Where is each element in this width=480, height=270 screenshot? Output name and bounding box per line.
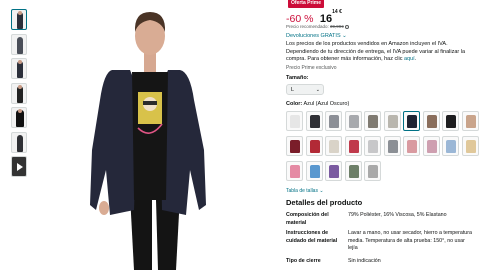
vat-more-info-link[interactable]: aquí — [404, 56, 415, 62]
color-swatch[interactable] — [325, 111, 342, 131]
vat-notice-text: Los precios de los productos vendidos en… — [286, 41, 466, 62]
swatch-garment — [309, 140, 320, 153]
swatch-garment — [368, 165, 378, 178]
swatch-garment — [465, 140, 476, 153]
prime-exclusive-note: Precio Prime exclusivo — [286, 65, 337, 71]
product-details-heading: Detalles del producto — [286, 198, 363, 207]
swatch-garment — [348, 140, 359, 153]
swatch-garment — [407, 140, 417, 153]
prime-deal-badge: Oferta Prime — [288, 0, 325, 8]
swatch-garment — [446, 115, 456, 128]
color-swatch[interactable] — [325, 161, 342, 181]
swatch-garment — [387, 115, 398, 128]
color-swatch[interactable] — [305, 111, 323, 131]
thumbnail-4[interactable] — [11, 82, 27, 104]
swatch-garment — [290, 165, 300, 178]
color-swatch[interactable] — [364, 111, 381, 131]
reference-price: Precio recomendado: 39,99€ — [286, 24, 350, 29]
swatch-garment — [329, 140, 339, 153]
color-swatch[interactable] — [383, 136, 401, 156]
color-swatch[interactable] — [422, 136, 440, 156]
swatch-garment — [368, 115, 378, 128]
chevron-down-icon: ⌄ — [315, 87, 320, 93]
color-swatch[interactable] — [383, 111, 401, 131]
price-fraction: 14 € — [332, 9, 342, 15]
detail-value: 79% Poliéster, 16% Viscosa, 5% Elastano — [348, 212, 447, 218]
detail-key: Tipo de cierre — [286, 258, 321, 264]
swatch-garment — [368, 140, 378, 153]
chevron-down-icon: ⌄ — [342, 33, 347, 39]
swatch-garment — [426, 140, 437, 153]
color-swatch[interactable] — [344, 161, 362, 181]
buy-box: Oferta Prime -60 % 1614 € Precio recomen… — [286, 0, 480, 270]
swatch-garment — [446, 140, 456, 153]
free-returns-label: Devoluciones GRATIS — [286, 33, 341, 39]
color-swatch[interactable] — [461, 111, 479, 131]
reference-price-value: 39,99€ — [330, 24, 344, 29]
color-swatch[interactable] — [344, 111, 362, 131]
color-label-key: Color: — [286, 101, 303, 107]
swatch-garment — [348, 115, 359, 128]
thumbnail-2[interactable] — [11, 33, 27, 55]
swatch-garment — [407, 115, 417, 128]
size-dropdown[interactable]: L ⌄ — [286, 84, 324, 95]
thumbnail-head — [18, 60, 22, 64]
color-swatch[interactable] — [442, 111, 459, 131]
thumbnail-strip — [11, 9, 27, 181]
color-label-value: Azul (Azul Oscuro) — [303, 101, 350, 107]
swatch-garment — [426, 115, 437, 128]
color-swatch[interactable] — [286, 111, 303, 131]
color-swatch[interactable] — [461, 136, 479, 156]
swatch-garment — [348, 165, 359, 178]
thumbnail-6[interactable] — [11, 131, 27, 153]
color-swatch[interactable] — [344, 136, 362, 156]
color-swatch[interactable] — [305, 161, 323, 181]
reference-price-label: Precio recomendado: — [286, 24, 329, 29]
vat-notice: Los precios de los productos vendidos en… — [286, 41, 466, 62]
color-swatch[interactable] — [442, 136, 459, 156]
color-swatch[interactable] — [403, 136, 420, 156]
play-icon — [17, 163, 23, 171]
color-swatch[interactable] — [325, 136, 342, 156]
swatch-garment — [329, 115, 339, 128]
thumbnail-figure — [17, 36, 23, 54]
size-label: Tamaño: — [286, 75, 309, 81]
swatch-garment — [329, 165, 339, 178]
swatch-garment — [465, 115, 476, 128]
color-swatch[interactable] — [364, 161, 381, 181]
detail-value: Sin indicación — [348, 258, 381, 264]
model-illustration — [90, 12, 206, 270]
color-label: Color: Azul (Azul Oscuro) — [286, 101, 349, 107]
color-swatch[interactable] — [286, 161, 303, 181]
main-product-image[interactable] — [34, 0, 272, 270]
chevron-down-icon: ⌄ — [319, 188, 324, 194]
detail-key: Instrucciones de cuidado del material — [286, 230, 338, 244]
detail-value: Lavar a mano, no usar secador, hierro a … — [348, 230, 472, 251]
size-dropdown-value: L — [291, 87, 295, 93]
thumbnail-3[interactable] — [11, 58, 27, 79]
thumbnail-figure — [17, 134, 23, 152]
video-thumbnail[interactable] — [11, 156, 27, 177]
swatch-garment — [309, 165, 320, 178]
swatch-garment — [387, 140, 398, 153]
thumbnail-head — [18, 11, 22, 15]
info-icon[interactable] — [345, 24, 350, 29]
thumbnail-head — [18, 109, 22, 113]
free-returns-link[interactable]: Devoluciones GRATIS ⌄ — [286, 33, 347, 39]
thumbnail-head — [18, 84, 22, 89]
thumbnail-5[interactable] — [11, 107, 27, 128]
color-swatch[interactable] — [364, 136, 381, 156]
color-swatch[interactable] — [403, 111, 420, 131]
swatch-garment — [290, 140, 300, 153]
size-chart-label: Tabla de tallas — [286, 188, 318, 194]
swatch-garment — [309, 115, 320, 128]
color-swatch[interactable] — [422, 111, 440, 131]
thumbnail-1[interactable] — [11, 9, 27, 30]
color-swatch[interactable] — [286, 136, 303, 156]
swatch-garment — [290, 115, 300, 128]
size-chart-link[interactable]: Tabla de tallas ⌄ — [286, 188, 324, 194]
color-swatch[interactable] — [305, 136, 323, 156]
detail-key: Composición del material — [286, 212, 329, 226]
